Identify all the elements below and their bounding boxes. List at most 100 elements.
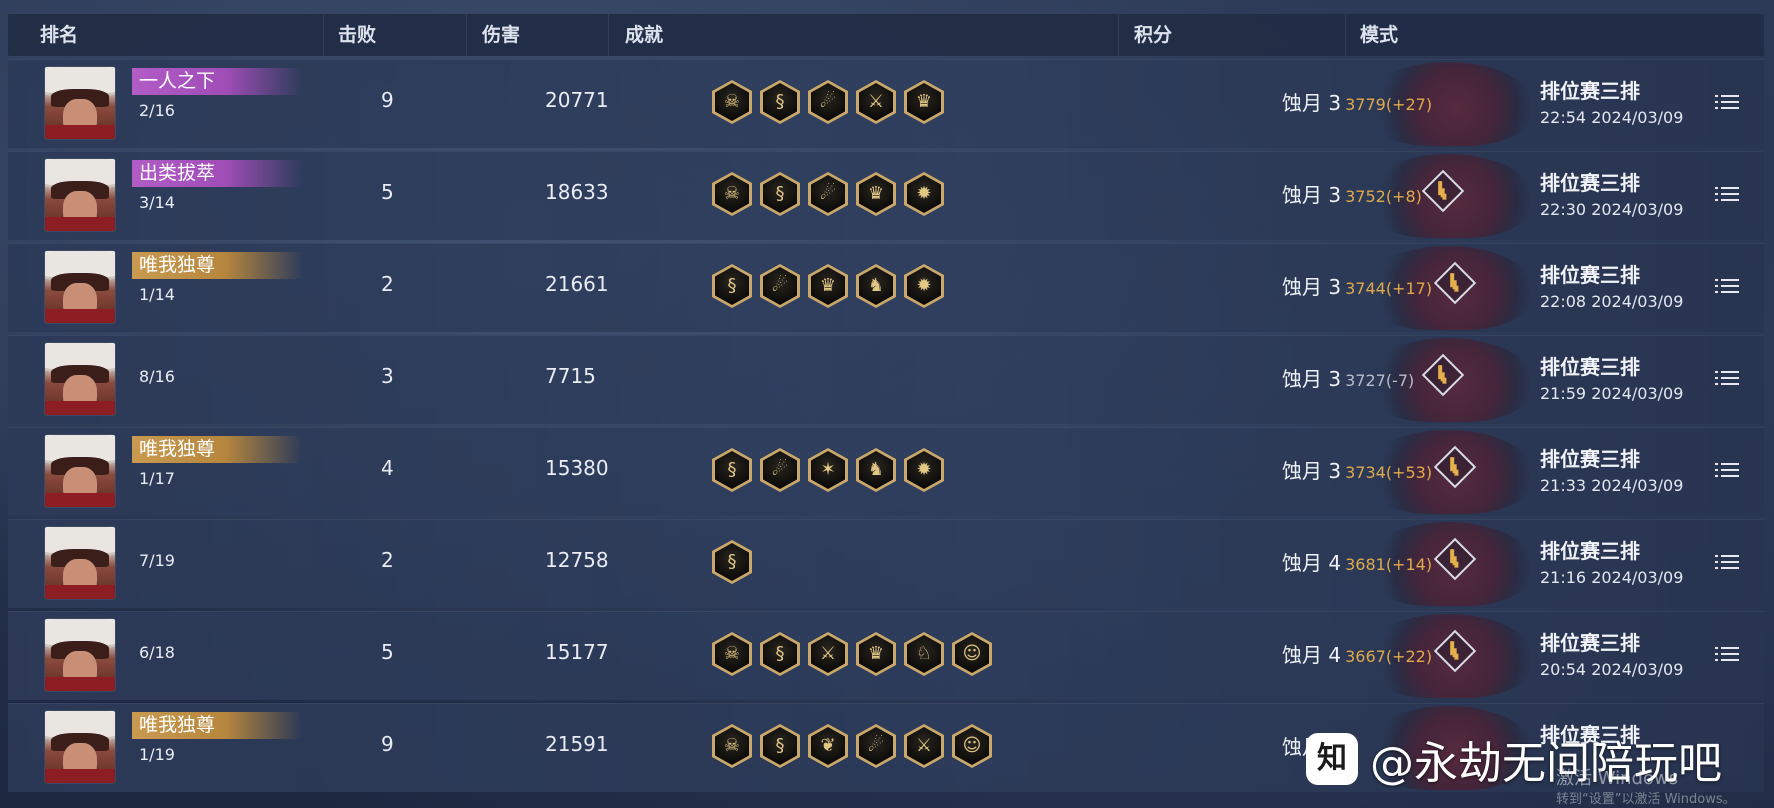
sun-icon[interactable]: ✹ <box>904 172 944 216</box>
avatar <box>45 67 115 139</box>
header-divider <box>608 14 609 56</box>
damage-value: 12758 <box>545 548 609 572</box>
avatar <box>45 159 115 231</box>
sword-crest-icon[interactable]: ⚔ <box>904 724 944 768</box>
match-row[interactable]: 唯我独尊 1/17 4 15380 § ☄ ✶ ♞ ✹ 蚀月 3 3734(+53) 排位赛三排 21:… <box>8 427 1764 516</box>
tier-label: 蚀月 3 <box>1282 459 1342 483</box>
dragon-icon[interactable]: § <box>712 264 752 308</box>
kills-value: 2 <box>381 548 394 572</box>
details-menu-icon[interactable] <box>1715 185 1739 205</box>
swirl-icon[interactable]: ☄ <box>760 448 800 492</box>
damage-value: 15380 <box>545 456 609 480</box>
swirl-icon[interactable]: ☄ <box>760 264 800 308</box>
dragon-icon[interactable]: § <box>760 172 800 216</box>
swirl-icon[interactable]: ☄ <box>856 724 896 768</box>
warrior-icon[interactable]: ♛ <box>808 264 848 308</box>
mode-label: 排位赛三排 <box>1540 631 1640 655</box>
avatar <box>45 711 115 783</box>
damage-value: 21661 <box>545 272 609 296</box>
title-badge: 出类拔萃 <box>132 160 302 187</box>
match-time: 21:16 2024/03/09 <box>1540 568 1684 587</box>
crossed-blades-icon[interactable]: ✶ <box>808 448 848 492</box>
achievement-list: ☠ § ☄ ♛ ✹ <box>712 172 944 218</box>
match-row[interactable]: 唯我独尊 1/14 2 21661 § ☄ ♛ ♞ ✹ 蚀月 3 3744(+17) 排位赛三排 22:… <box>8 243 1764 332</box>
match-time: 21:59 2024/03/09 <box>1540 384 1684 403</box>
achievement-list: ☠ § ⚔ ♛ ♘ ☺ <box>712 632 992 678</box>
kills-value: 3 <box>381 364 394 388</box>
match-time: 21:33 2024/03/09 <box>1540 476 1684 495</box>
kills-value: 5 <box>381 180 394 204</box>
mode-label: 排位赛三排 <box>1540 355 1640 379</box>
sword-crest-icon[interactable]: ⚔ <box>808 632 848 676</box>
match-row[interactable]: 一人之下 2/16 9 20771 ☠ § ☄ ⚔ ♛ 蚀月 3 3779(+27) 排位赛三排 22:… <box>8 59 1764 148</box>
tier-label: 蚀月 3 <box>1282 91 1342 115</box>
match-row[interactable]: 出类拔萃 3/14 5 18633 ☠ § ☄ ♛ ✹ 蚀月 3 3752(+8) 排位赛三排 22:3… <box>8 151 1764 240</box>
points-value: 3667(+22) <box>1345 647 1433 666</box>
header-divider <box>323 14 324 56</box>
dragon-icon[interactable]: § <box>712 540 752 584</box>
match-row[interactable]: 6/18 5 15177 ☠ § ⚔ ♛ ♘ ☺ 蚀月 4 3667(+22) 排位赛三排 20:54 … <box>8 611 1764 700</box>
damage-value: 21591 <box>545 732 609 756</box>
warrior-icon[interactable]: ♛ <box>856 172 896 216</box>
match-time: 20:54 2024/03/09 <box>1540 660 1684 679</box>
swirl-icon[interactable]: ☄ <box>808 172 848 216</box>
achievement-list: ☠ § ☄ ⚔ ♛ <box>712 80 944 126</box>
rank-value: 2/16 <box>139 101 175 120</box>
dragon-icon[interactable]: § <box>760 80 800 124</box>
details-menu-icon[interactable] <box>1715 645 1739 665</box>
details-menu-icon[interactable] <box>1715 93 1739 113</box>
swirl-icon[interactable]: ☄ <box>808 80 848 124</box>
points-value: 3734(+53) <box>1345 463 1433 482</box>
warrior-icon[interactable]: ♛ <box>904 80 944 124</box>
rank-value: 3/14 <box>139 193 175 212</box>
dragon-icon[interactable]: § <box>760 632 800 676</box>
damage-value: 18633 <box>545 180 609 204</box>
demon-mask-icon[interactable]: ☠ <box>712 724 752 768</box>
details-menu-icon[interactable] <box>1715 461 1739 481</box>
sun-icon[interactable]: ✹ <box>904 264 944 308</box>
mode-label: 排位赛三排 <box>1540 79 1640 103</box>
sun-icon[interactable]: ✹ <box>904 448 944 492</box>
rank-value: 6/18 <box>139 643 175 662</box>
tier-label: 蚀月 3 <box>1282 367 1342 391</box>
dragon-icon[interactable]: § <box>760 724 800 768</box>
kills-value: 4 <box>381 456 394 480</box>
horse-icon[interactable]: ♘ <box>904 632 944 676</box>
avatar <box>45 343 115 415</box>
details-menu-icon[interactable] <box>1715 277 1739 297</box>
mode-label: 排位赛三排 <box>1540 539 1640 563</box>
avatar <box>45 435 115 507</box>
header-mode: 模式 <box>1360 24 1399 46</box>
details-menu-icon[interactable] <box>1715 553 1739 573</box>
header-divider <box>1345 14 1346 56</box>
score-cell: 蚀月 4 3667(+22) <box>1282 639 1432 668</box>
score-cell: 蚀月 3 3744(+17) <box>1282 271 1432 300</box>
tier-label: 蚀月 4 <box>1282 643 1342 667</box>
damage-value: 15177 <box>545 640 609 664</box>
face-icon[interactable]: ☺ <box>952 632 992 676</box>
dragon-icon[interactable]: § <box>712 448 752 492</box>
tier-label: 蚀月 3 <box>1282 183 1342 207</box>
phoenix-icon[interactable]: ❦ <box>808 724 848 768</box>
demon-mask-icon[interactable]: ☠ <box>712 80 752 124</box>
match-time: 22:08 2024/03/09 <box>1540 292 1684 311</box>
demon-mask-icon[interactable]: ☠ <box>712 172 752 216</box>
kills-value: 5 <box>381 640 394 664</box>
match-row[interactable]: 7/19 2 12758 § 蚀月 4 3681(+14) 排位赛三排 21:16 2024/… <box>8 519 1764 608</box>
demon-mask-icon[interactable]: ☠ <box>712 632 752 676</box>
table-header: 排名 击败 伤害 成就 积分 模式 <box>8 14 1764 56</box>
tier-label: 蚀月 4 <box>1282 551 1342 575</box>
details-menu-icon[interactable] <box>1715 369 1739 389</box>
title-badge: 唯我独尊 <box>132 436 302 463</box>
avatar <box>45 251 115 323</box>
sword-crest-icon[interactable]: ⚔ <box>856 80 896 124</box>
kneeling-figure-icon[interactable]: ♞ <box>856 264 896 308</box>
face-icon[interactable]: ☺ <box>952 724 992 768</box>
match-history-screen: 排名 击败 伤害 成就 积分 模式 一人之下 2/16 9 20771 ☠ § ☄ ⚔ ♛ 蚀月 … <box>0 0 1774 808</box>
achievement-list: § ☄ ♛ ♞ ✹ <box>712 264 944 310</box>
warrior-icon[interactable]: ♛ <box>856 632 896 676</box>
match-row[interactable]: 8/16 3 7715 蚀月 3 3727(-7) 排位赛三排 21:59 2024/03/… <box>8 335 1764 424</box>
damage-value: 7715 <box>545 364 596 388</box>
kneeling-figure-icon[interactable]: ♞ <box>856 448 896 492</box>
achievement-list: § <box>712 540 752 586</box>
